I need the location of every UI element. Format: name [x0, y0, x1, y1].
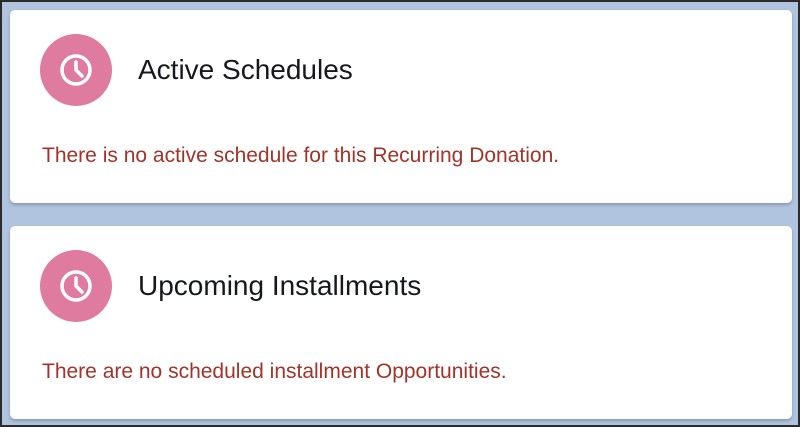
- empty-state-message: There is no active schedule for this Rec…: [42, 144, 560, 167]
- page-frame: Active Schedules There is no active sche…: [0, 0, 800, 427]
- card-title: Upcoming Installments: [138, 270, 422, 301]
- clock-icon: [40, 250, 112, 322]
- upcoming-installments-card: Upcoming Installments There are no sched…: [10, 226, 792, 419]
- active-schedules-card: Active Schedules There is no active sche…: [10, 10, 792, 203]
- clock-icon: [40, 34, 112, 106]
- empty-state-message: There are no scheduled installment Oppor…: [42, 360, 507, 383]
- card-title: Active Schedules: [138, 54, 353, 85]
